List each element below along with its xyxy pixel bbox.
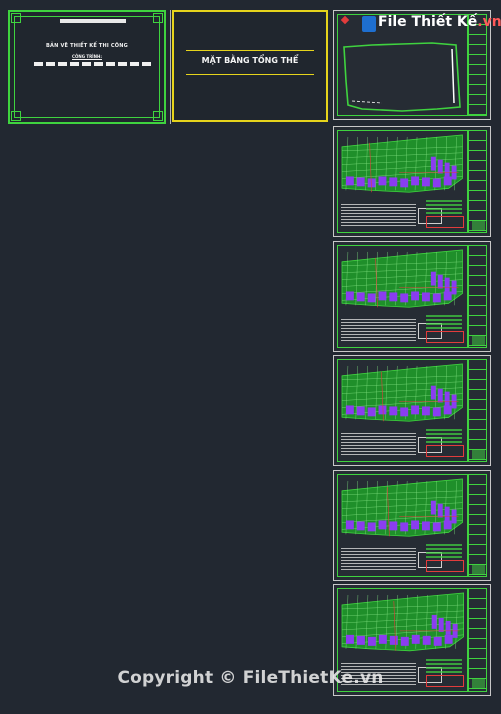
title-block-strip <box>468 474 487 577</box>
legend <box>426 200 462 214</box>
cover-corner <box>11 111 21 121</box>
title-block-stamp <box>472 449 485 459</box>
cover-subtitle: CÔNG TRÌNH: <box>72 54 102 59</box>
drawing-sheet-plan[interactable] <box>333 126 491 237</box>
cover-corner <box>11 13 21 23</box>
schedule-table <box>341 433 416 455</box>
file-icon <box>362 16 376 32</box>
site-plan-drawing <box>341 363 463 422</box>
drawing-sheet-plan[interactable] <box>333 241 491 352</box>
brand-watermark: File Thiết Kế.vn <box>362 14 501 36</box>
legend-box <box>426 216 464 228</box>
title-block-stamp <box>472 335 485 345</box>
legend-box <box>426 331 464 343</box>
title-rule-bottom <box>186 74 314 75</box>
cover-corner <box>153 111 163 121</box>
cover-sheet[interactable]: BẢN VẼ THIẾT KẾ THI CÔNG CÔNG TRÌNH: <box>8 10 166 124</box>
site-boundary <box>343 42 461 112</box>
schedule-table <box>341 204 416 226</box>
title-block-stamp <box>472 564 485 574</box>
cover-inner-frame <box>14 16 160 118</box>
legend-box <box>426 445 464 457</box>
cover-dashed-line <box>34 62 152 66</box>
site-plan-drawing <box>341 134 463 193</box>
drawing-sheet-plan[interactable] <box>333 470 491 581</box>
schedule-table <box>341 319 416 341</box>
cover-header-bar <box>60 19 126 23</box>
site-plan-drawing <box>341 592 464 652</box>
legend <box>426 429 462 443</box>
title-block-strip <box>468 130 487 233</box>
legend <box>426 315 462 329</box>
cover-corner <box>153 13 163 23</box>
title-sheet[interactable]: MẶT BẰNG TỔNG THỂ <box>172 10 328 122</box>
title-rule-top <box>186 50 314 51</box>
schedule-table <box>341 548 416 570</box>
title-sheet-heading: MẶT BẰNG TỔNG THỂ <box>201 56 299 65</box>
title-block-strip <box>468 245 487 348</box>
brand-name: File Thiết Kế.vn <box>378 14 501 30</box>
title-block-strip <box>468 359 487 462</box>
site-plan-drawing <box>341 249 463 308</box>
cover-title: BẢN VẼ THIẾT KẾ THI CÔNG <box>46 43 128 49</box>
copyright-text: Copyright © FileThietKe.vn <box>117 668 384 688</box>
legend <box>426 544 462 558</box>
drawing-sheet-plan[interactable] <box>333 355 491 466</box>
site-plan-drawing <box>341 478 463 537</box>
sheet-separator <box>170 10 171 124</box>
legend-box <box>426 560 464 572</box>
title-block-stamp <box>472 220 485 230</box>
